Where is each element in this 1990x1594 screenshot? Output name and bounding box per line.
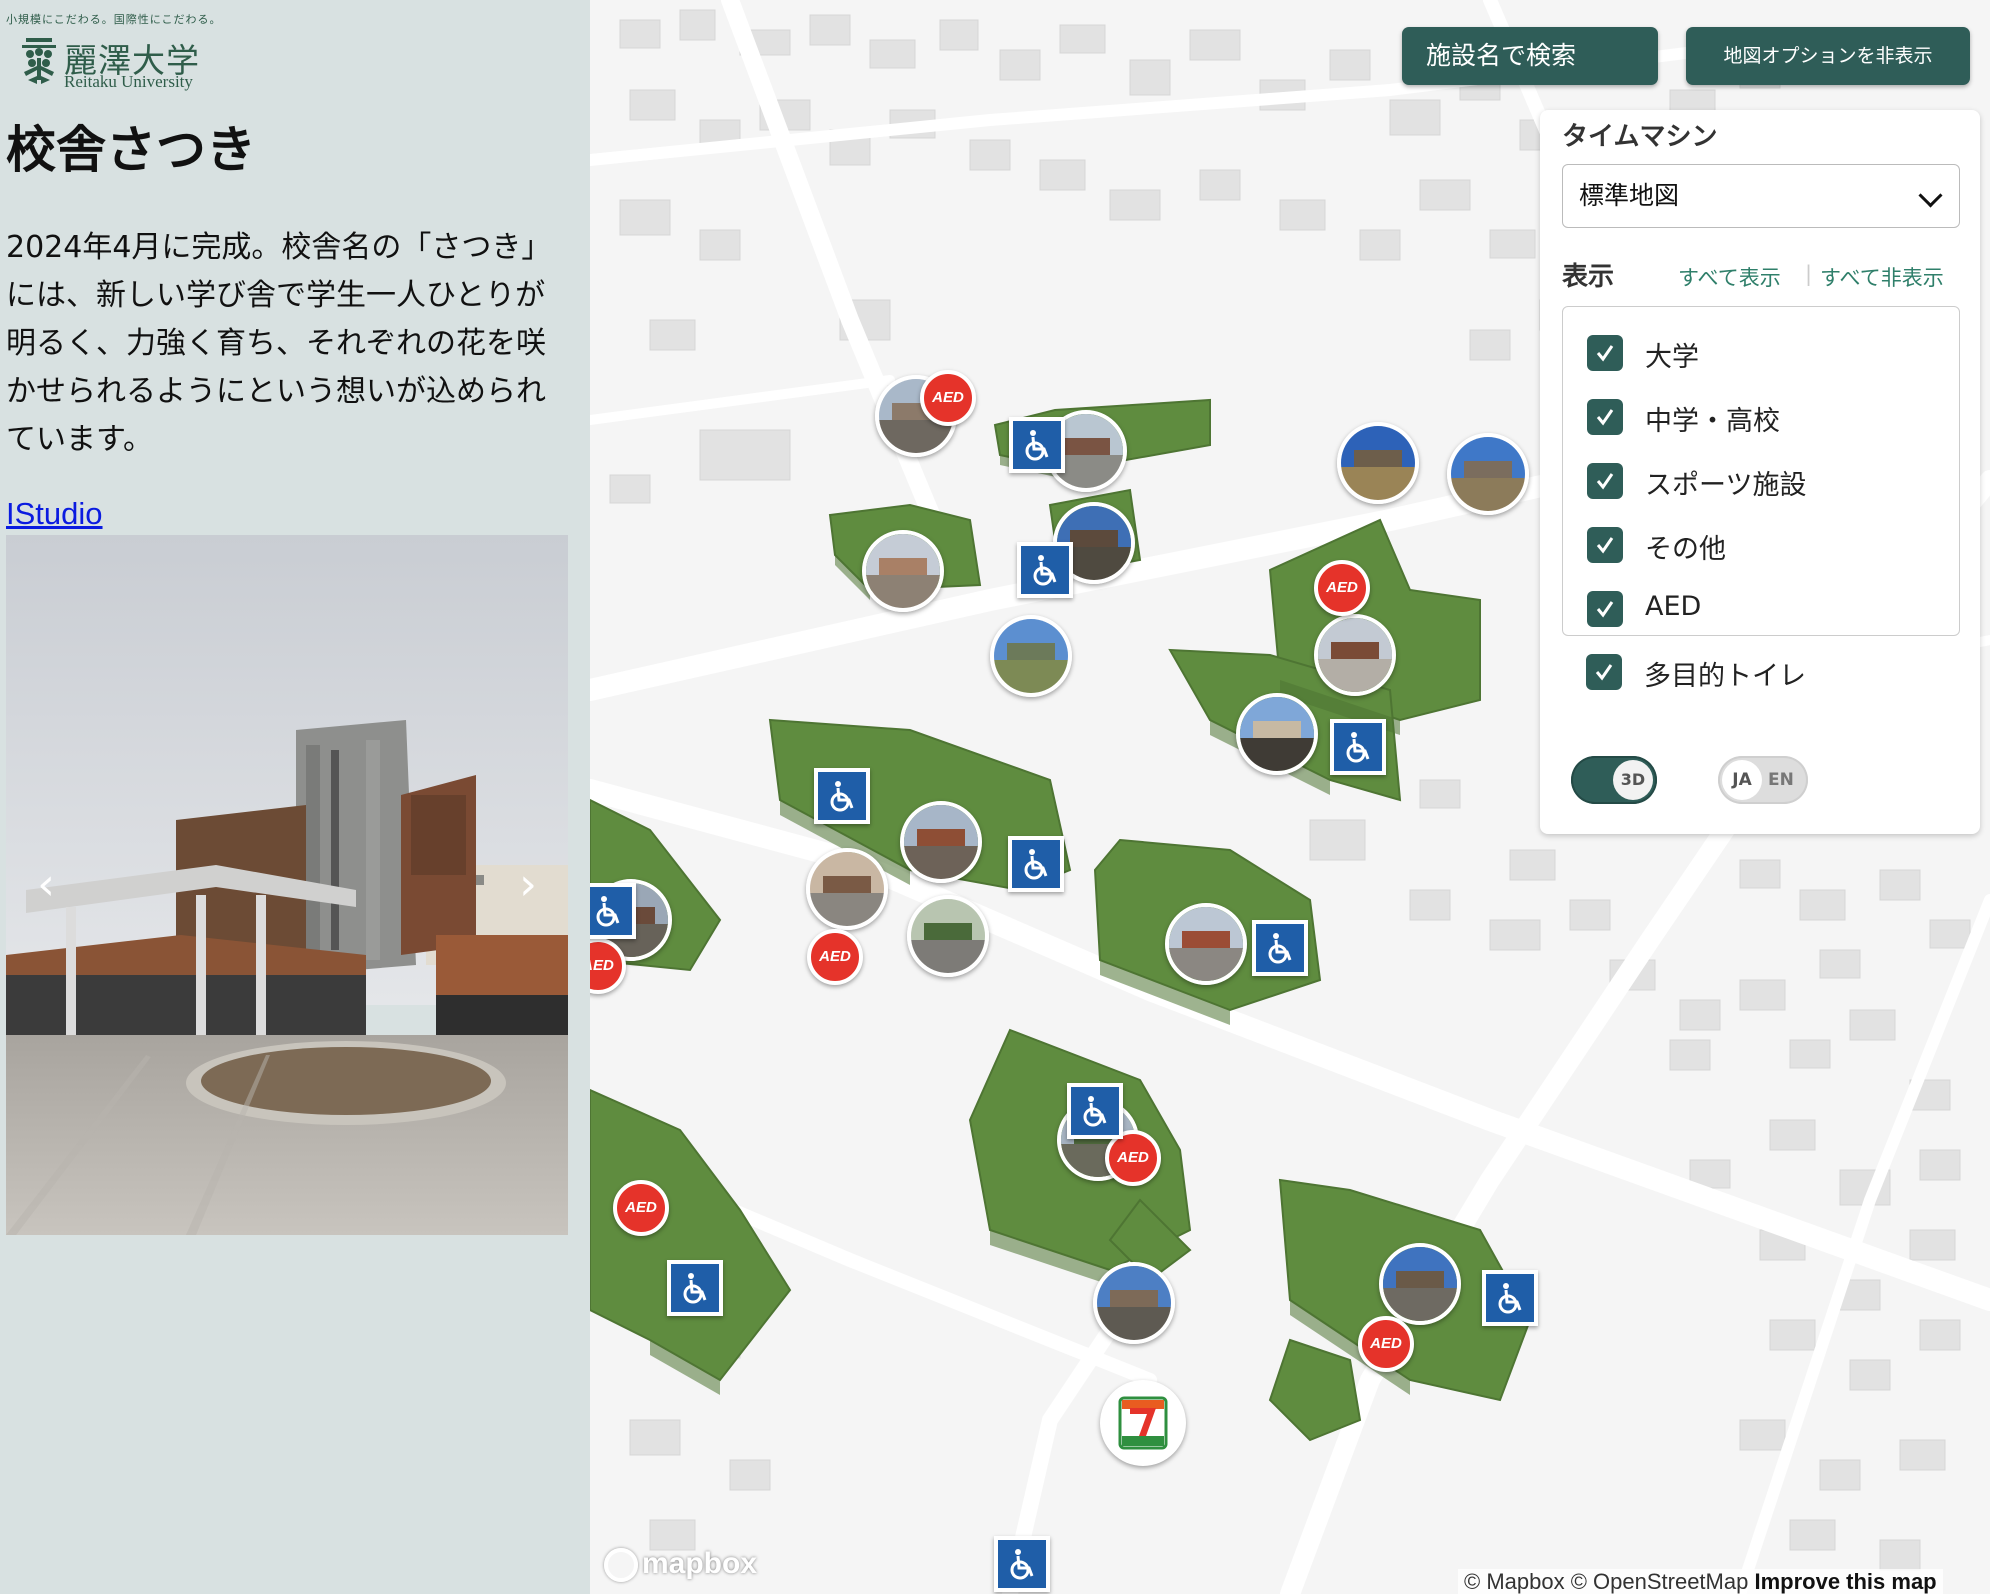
aed-marker[interactable]: AED [1358, 1316, 1414, 1372]
map-attribution: © Mapbox © OpenStreetMap Improve this ma… [1458, 1569, 1943, 1594]
accessible-toilet-marker[interactable] [1482, 1270, 1538, 1326]
facility-photo-marker[interactable] [1447, 433, 1529, 515]
facility-search-button[interactable]: 施設名で検索 [1402, 27, 1658, 85]
checkbox-checked-icon[interactable] [1587, 527, 1623, 563]
accessible-toilet-marker[interactable] [1330, 719, 1386, 775]
facility-photo-marker[interactable] [900, 801, 982, 883]
map-options-panel: タイムマシン 標準地図 表示 すべて表示 | すべて非表示 大学 中学・高校 ス… [1540, 110, 1980, 834]
layer-label: 中学・高校 [1645, 406, 1780, 437]
layer-label: スポーツ施設 [1645, 470, 1807, 501]
facility-photo-marker[interactable] [1236, 693, 1318, 775]
timemachine-select[interactable]: 標準地図 [1562, 164, 1960, 228]
facility-photo-marker[interactable] [806, 848, 888, 930]
facility-photo-marker[interactable] [1165, 903, 1247, 985]
wheelchair-icon [1033, 555, 1057, 586]
facility-photo-marker[interactable] [1379, 1243, 1461, 1325]
wheelchair-icon [830, 781, 854, 812]
language-toggle[interactable]: JA EN [1718, 756, 1808, 804]
mapbox-logo[interactable]: mapbox [604, 1547, 757, 1591]
improve-map-link[interactable]: Improve this map [1754, 1569, 1936, 1594]
facility-info-panel: 小規模にこだわる。国際性にこだわる。 麗澤大学 Reitaku Universi… [0, 0, 590, 1594]
language-inactive: EN [1768, 770, 1794, 790]
map-options-toggle-button[interactable]: 地図オプションを非表示 [1686, 27, 1970, 85]
university-tagline: 小規模にこだわる。国際性にこだわる。 [6, 13, 222, 26]
layer-label: 大学 [1645, 342, 1699, 373]
aed-marker[interactable]: AED [1314, 560, 1370, 616]
accessible-toilet-marker[interactable] [1008, 836, 1064, 892]
accessible-toilet-marker[interactable] [1009, 417, 1065, 473]
wheelchair-icon [1268, 933, 1292, 964]
aed-marker[interactable]: AED [807, 929, 863, 985]
layer-label: AED [1645, 591, 1702, 622]
facility-photo-marker[interactable] [907, 895, 989, 977]
logo-text-en: Reitaku University [64, 72, 193, 91]
carousel-prev-button[interactable]: ‹ [26, 863, 66, 907]
wheelchair-icon [1083, 1096, 1107, 1127]
checkbox-checked-icon[interactable] [1587, 463, 1623, 499]
university-emblem-icon [22, 38, 56, 84]
facility-photo-marker[interactable] [862, 530, 944, 612]
wheelchair-icon [1346, 732, 1370, 763]
accessible-toilet-marker[interactable] [667, 1260, 723, 1316]
accessible-toilet-marker[interactable] [1017, 542, 1073, 598]
university-logo[interactable]: 麗澤大学 Reitaku University [18, 34, 208, 94]
mapbox-icon [604, 1548, 638, 1583]
checkbox-checked-icon[interactable] [1587, 335, 1623, 371]
accessible-toilet-marker[interactable] [1252, 920, 1308, 976]
timemachine-selected-value: 標準地図 [1579, 181, 1680, 210]
3d-toggle-label: 3D [1613, 760, 1653, 800]
checkbox-checked-icon[interactable] [1587, 591, 1623, 627]
aed-marker[interactable]: AED [920, 370, 976, 426]
accessible-toilet-marker[interactable] [590, 883, 636, 939]
wheelchair-icon [683, 1273, 707, 1304]
wheelchair-icon [1498, 1283, 1522, 1314]
layer-label: その他 [1645, 534, 1726, 565]
link-separator: | [1805, 262, 1813, 286]
seven-eleven-logo-icon [1118, 1396, 1168, 1450]
facility-photo-marker[interactable] [1093, 1262, 1175, 1344]
accessible-toilet-marker[interactable] [1067, 1083, 1123, 1139]
hide-all-link[interactable]: すべて非表示 [1820, 262, 1944, 292]
facility-photo-marker[interactable] [1314, 614, 1396, 696]
mapbox-logo-text: mapbox [642, 1547, 758, 1580]
facility-photo [6, 535, 568, 1235]
checkbox-checked-icon[interactable] [1587, 399, 1623, 435]
chevron-down-icon [1918, 183, 1943, 208]
wheelchair-icon [1010, 1549, 1034, 1580]
facility-title: 校舎さつき [6, 121, 256, 179]
language-active: JA [1722, 760, 1762, 800]
timemachine-heading: タイムマシン [1562, 122, 1718, 152]
accessible-toilet-marker[interactable] [994, 1536, 1050, 1592]
layer-checkbox-list: 大学 中学・高校 スポーツ施設 その他 AED [1562, 306, 1960, 636]
wheelchair-icon [1024, 849, 1048, 880]
layer-label: 多目的トイレ [1644, 661, 1806, 692]
facility-photo-marker[interactable] [1337, 422, 1419, 504]
carousel-next-button[interactable]: › [508, 863, 548, 907]
wheelchair-icon [1025, 430, 1049, 461]
display-heading: 表示 [1562, 262, 1615, 292]
facility-photo-carousel[interactable]: ‹ › [6, 535, 568, 1235]
wheelchair-icon [596, 896, 620, 927]
facility-description: 2024年4月に完成。校舎名の「さつき」には、新しい学び舎で学生一人ひとりが明る… [6, 230, 552, 457]
3d-toggle[interactable]: 3D [1571, 756, 1657, 804]
checkbox-checked-icon[interactable] [1586, 654, 1622, 690]
attribution-text[interactable]: © Mapbox © OpenStreetMap [1464, 1569, 1748, 1594]
accessible-toilet-marker[interactable] [814, 768, 870, 824]
seven-eleven-marker[interactable] [1100, 1380, 1186, 1466]
aed-marker[interactable]: AED [613, 1180, 669, 1236]
facility-photo-marker[interactable] [990, 615, 1072, 697]
show-all-link[interactable]: すべて表示 [1678, 262, 1781, 292]
facility-link[interactable]: IStudio [6, 496, 103, 532]
